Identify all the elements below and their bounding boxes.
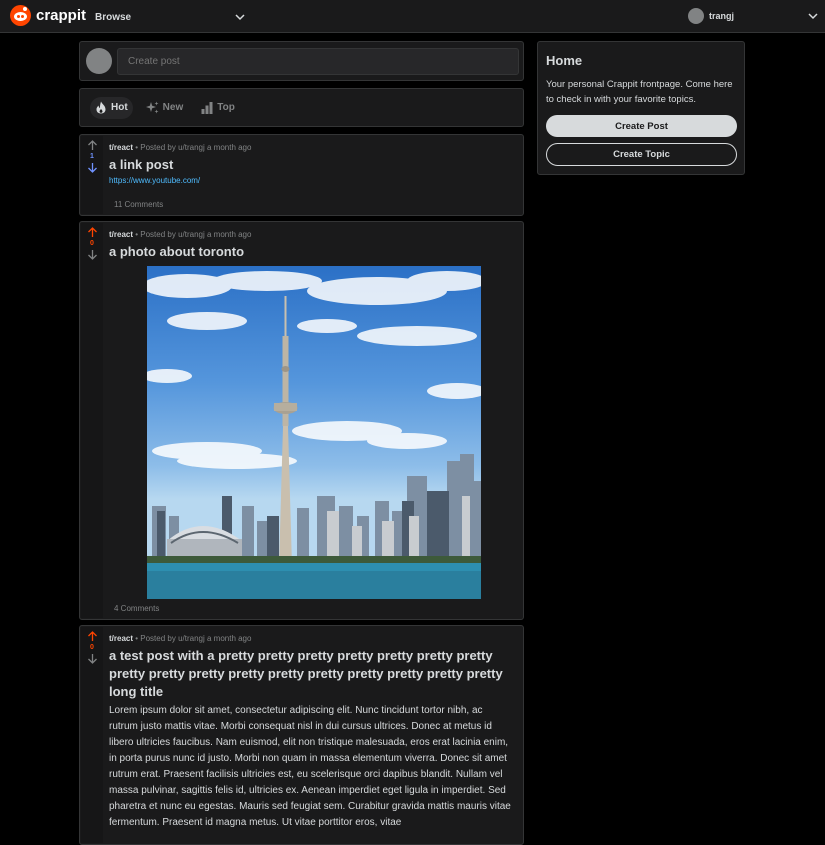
chevron-down-icon [808, 12, 818, 19]
upvote-icon[interactable] [87, 227, 98, 238]
comments-link[interactable]: 11 Comments [114, 200, 163, 209]
posted-by: • Posted by u/trangj a month ago [135, 230, 252, 239]
sort-new-button[interactable]: New [141, 97, 189, 119]
avatar[interactable] [86, 48, 112, 74]
downvote-icon[interactable] [87, 162, 98, 173]
username: trangj [709, 11, 735, 21]
vote-column: 0 [81, 627, 103, 843]
subreddit-link[interactable]: t/react [109, 634, 133, 643]
toronto-skyline-image [147, 271, 481, 599]
avatar [688, 8, 704, 24]
create-topic-button[interactable]: Create Topic [546, 143, 737, 166]
post-meta: t/react • Posted by u/trangj a month ago [109, 634, 515, 643]
flame-icon [96, 101, 106, 114]
home-logo[interactable]: crappit [10, 5, 86, 26]
user-menu[interactable]: trangj [688, 7, 818, 25]
vote-count: 1 [90, 153, 94, 160]
post-card[interactable]: 0 t/react • Posted by u/trangj a month a… [79, 625, 524, 845]
sidebar-description: Your personal Crappit frontpage. Come he… [546, 79, 733, 105]
bar-chart-icon [201, 101, 213, 114]
post-body-text: Lorem ipsum dolor sit amet, consectetur … [109, 705, 511, 828]
posted-by: • Posted by u/trangj a month ago [135, 634, 252, 643]
home-sidebar-card: Home Your personal Crappit frontpage. Co… [537, 41, 745, 175]
post-title[interactable]: a photo about toronto [109, 243, 515, 261]
sort-top-button[interactable]: Top [196, 97, 240, 119]
post-image[interactable] [147, 266, 481, 599]
sort-top-label: Top [217, 102, 235, 113]
comments-link[interactable]: 4 Comments [114, 604, 159, 613]
downvote-icon[interactable] [87, 249, 98, 260]
post-meta: t/react • Posted by u/trangj a month ago [109, 143, 515, 152]
downvote-icon[interactable] [87, 653, 98, 664]
vote-column: 0 [81, 223, 103, 618]
sort-bar: Hot New Top [79, 88, 524, 127]
post-link[interactable]: https://www.youtube.com/ [109, 176, 515, 185]
sort-hot-label: Hot [111, 102, 128, 113]
chevron-down-icon [235, 13, 245, 20]
top-navbar: crappit Browse trangj [0, 0, 825, 33]
create-post-button[interactable]: Create Post [546, 115, 737, 137]
create-post-input[interactable] [117, 48, 519, 75]
browse-dropdown[interactable]: Browse [95, 9, 245, 25]
subreddit-link[interactable]: t/react [109, 230, 133, 239]
post-meta: t/react • Posted by u/trangj a month ago [109, 230, 515, 239]
sidebar-title: Home [546, 53, 583, 68]
browse-label: Browse [95, 11, 132, 23]
post-card[interactable]: 0 t/react • Posted by u/trangj a month a… [79, 221, 524, 620]
post-title[interactable]: a link post [109, 156, 515, 174]
sort-hot-button[interactable]: Hot [90, 96, 133, 119]
upvote-icon[interactable] [87, 631, 98, 642]
create-post-bar [79, 41, 524, 81]
post-card[interactable]: 1 t/react • Posted by u/trangj a month a… [79, 134, 524, 216]
posted-by: • Posted by u/trangj a month ago [135, 143, 252, 152]
subreddit-link[interactable]: t/react [109, 143, 133, 152]
post-title[interactable]: a test post with a pretty pretty pretty … [109, 647, 509, 701]
upvote-icon[interactable] [87, 140, 98, 151]
vote-column: 1 [81, 136, 103, 214]
vote-count: 0 [90, 240, 94, 247]
vote-count: 0 [90, 644, 94, 651]
sparkle-icon [145, 101, 159, 114]
logo-text: crappit [36, 7, 87, 24]
crappit-logo-icon [10, 5, 31, 26]
sort-new-label: New [162, 102, 184, 113]
